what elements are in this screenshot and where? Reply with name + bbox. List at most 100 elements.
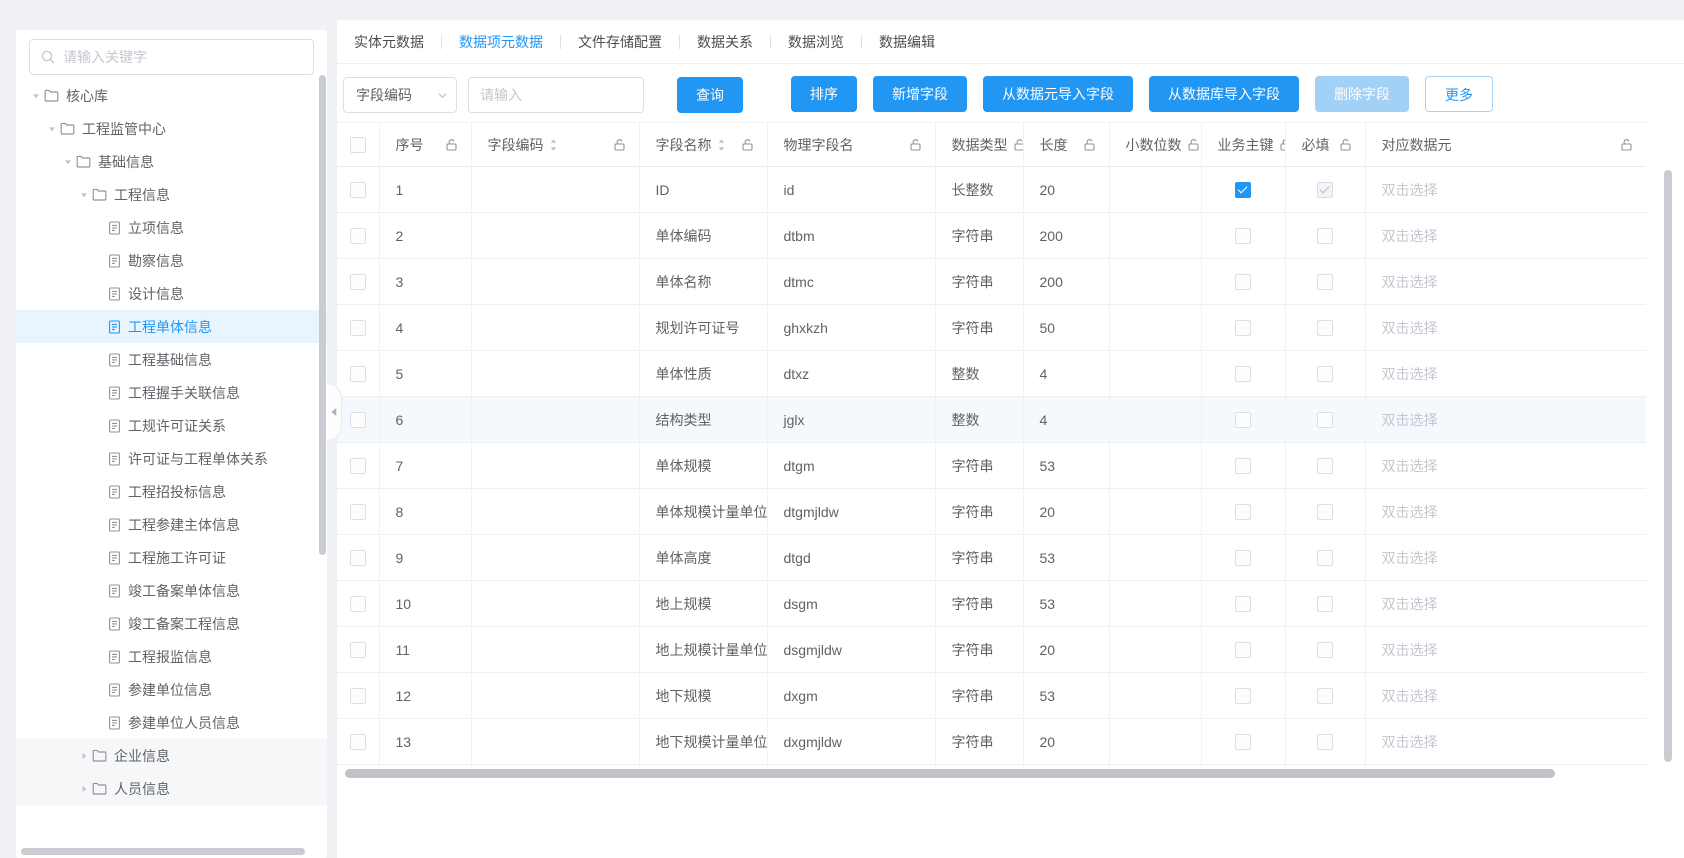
row-select-checkbox[interactable] (350, 274, 366, 290)
column-lock-icon[interactable] (910, 139, 921, 151)
tree-item[interactable]: 工程施工许可证 (16, 541, 327, 574)
cell-dataelem[interactable]: 双击选择 (1365, 213, 1646, 259)
column-lock-icon[interactable] (1621, 139, 1632, 151)
cell-dataelem[interactable]: 双击选择 (1365, 581, 1646, 627)
column-lock-icon[interactable] (1340, 139, 1351, 151)
filter-value-input[interactable] (468, 77, 644, 113)
tree-item[interactable]: 工程监管中心 (16, 112, 327, 145)
column-lock-icon[interactable] (1188, 139, 1199, 151)
query-button[interactable]: 查询 (677, 77, 743, 113)
tree-item[interactable]: 勘察信息 (16, 244, 327, 277)
select-all-checkbox[interactable] (350, 137, 366, 153)
tab-6[interactable]: 数据编辑 (862, 32, 952, 52)
caret-down-icon[interactable] (60, 157, 76, 167)
required-checkbox[interactable] (1317, 366, 1333, 382)
cell-dataelem[interactable]: 双击选择 (1365, 305, 1646, 351)
tree-item[interactable]: 人员信息 (16, 772, 327, 805)
pk-checkbox[interactable] (1235, 458, 1251, 474)
tree-item[interactable]: 立项信息 (16, 211, 327, 244)
row-select-checkbox[interactable] (350, 412, 366, 428)
tab-4[interactable]: 数据关系 (680, 32, 770, 52)
row-select-checkbox[interactable] (350, 504, 366, 520)
tree-item[interactable]: 核心库 (16, 79, 327, 112)
row-select-checkbox[interactable] (350, 734, 366, 750)
cell-dataelem[interactable]: 双击选择 (1365, 397, 1646, 443)
cell-dataelem[interactable]: 双击选择 (1365, 719, 1646, 765)
column-lock-icon[interactable] (446, 139, 457, 151)
column-lock-icon[interactable] (1280, 139, 1286, 151)
action-button[interactable]: 从数据库导入字段 (1149, 76, 1299, 112)
row-select-checkbox[interactable] (350, 642, 366, 658)
filter-field-select[interactable]: 字段编码 (343, 77, 457, 113)
row-select-checkbox[interactable] (350, 688, 366, 704)
pk-checkbox[interactable] (1235, 642, 1251, 658)
caret-down-icon[interactable] (76, 190, 92, 200)
required-checkbox[interactable] (1317, 642, 1333, 658)
pk-checkbox[interactable] (1235, 366, 1251, 382)
cell-dataelem[interactable]: 双击选择 (1365, 167, 1646, 213)
tree-item[interactable]: 设计信息 (16, 277, 327, 310)
pk-checkbox[interactable] (1235, 228, 1251, 244)
required-checkbox[interactable] (1317, 228, 1333, 244)
tree-item[interactable]: 工程报监信息 (16, 640, 327, 673)
caret-down-icon[interactable] (28, 91, 44, 101)
tree-item[interactable]: 参建单位人员信息 (16, 706, 327, 739)
pk-checkbox[interactable] (1235, 504, 1251, 520)
pk-checkbox[interactable] (1235, 550, 1251, 566)
tree-item[interactable]: 企业信息 (16, 739, 327, 772)
pk-checkbox[interactable] (1235, 734, 1251, 750)
pk-checkbox[interactable] (1235, 320, 1251, 336)
sidebar-collapse-handle[interactable] (327, 383, 342, 441)
column-lock-icon[interactable] (1084, 139, 1095, 151)
caret-right-icon[interactable] (76, 751, 92, 761)
required-checkbox[interactable] (1317, 412, 1333, 428)
row-select-checkbox[interactable] (350, 182, 366, 198)
caret-down-icon[interactable] (44, 124, 60, 134)
tree-item[interactable]: 参建单位信息 (16, 673, 327, 706)
tab-2[interactable]: 数据项元数据 (442, 32, 560, 52)
row-select-checkbox[interactable] (350, 228, 366, 244)
required-checkbox[interactable] (1317, 734, 1333, 750)
cell-dataelem[interactable]: 双击选择 (1365, 443, 1646, 489)
sort-icon[interactable] (717, 138, 726, 152)
column-lock-icon[interactable] (742, 139, 753, 151)
action-button[interactable]: 更多 (1425, 76, 1493, 112)
action-button[interactable]: 从数据元导入字段 (983, 76, 1133, 112)
column-lock-icon[interactable] (614, 139, 625, 151)
required-checkbox[interactable] (1317, 504, 1333, 520)
action-button[interactable]: 排序 (791, 76, 857, 112)
sidebar-horizontal-scrollbar[interactable] (21, 848, 305, 855)
cell-dataelem[interactable]: 双击选择 (1365, 259, 1646, 305)
row-select-checkbox[interactable] (350, 596, 366, 612)
row-select-checkbox[interactable] (350, 458, 366, 474)
tab-3[interactable]: 文件存储配置 (561, 32, 679, 52)
cell-dataelem[interactable]: 双击选择 (1365, 535, 1646, 581)
pk-checkbox[interactable] (1235, 596, 1251, 612)
cell-dataelem[interactable]: 双击选择 (1365, 673, 1646, 719)
tree-item[interactable]: 基础信息 (16, 145, 327, 178)
cell-dataelem[interactable]: 双击选择 (1365, 627, 1646, 673)
row-select-checkbox[interactable] (350, 366, 366, 382)
tree-item[interactable]: 许可证与工程单体关系 (16, 442, 327, 475)
column-lock-icon[interactable] (1014, 139, 1024, 151)
tree-item[interactable]: 竣工备案工程信息 (16, 607, 327, 640)
cell-dataelem[interactable]: 双击选择 (1365, 489, 1646, 535)
required-checkbox[interactable] (1317, 550, 1333, 566)
required-checkbox[interactable] (1317, 458, 1333, 474)
tree-item[interactable]: 竣工备案单体信息 (16, 574, 327, 607)
tab-5[interactable]: 数据浏览 (771, 32, 861, 52)
pk-checkbox[interactable] (1235, 274, 1251, 290)
tree-item[interactable]: 工程握手关联信息 (16, 376, 327, 409)
table-vertical-scrollbar[interactable] (1664, 170, 1672, 762)
table-horizontal-scrollbar[interactable] (345, 769, 1555, 778)
pk-checkbox[interactable] (1235, 412, 1251, 428)
tree-item[interactable]: 工程信息 (16, 178, 327, 211)
required-checkbox[interactable] (1317, 320, 1333, 336)
tree-item[interactable]: 工程单体信息 (16, 310, 327, 343)
row-select-checkbox[interactable] (350, 550, 366, 566)
pk-checkbox[interactable] (1235, 182, 1251, 198)
tab-1[interactable]: 实体元数据 (337, 32, 441, 52)
row-select-checkbox[interactable] (350, 320, 366, 336)
cell-dataelem[interactable]: 双击选择 (1365, 351, 1646, 397)
sort-icon[interactable] (549, 138, 558, 152)
